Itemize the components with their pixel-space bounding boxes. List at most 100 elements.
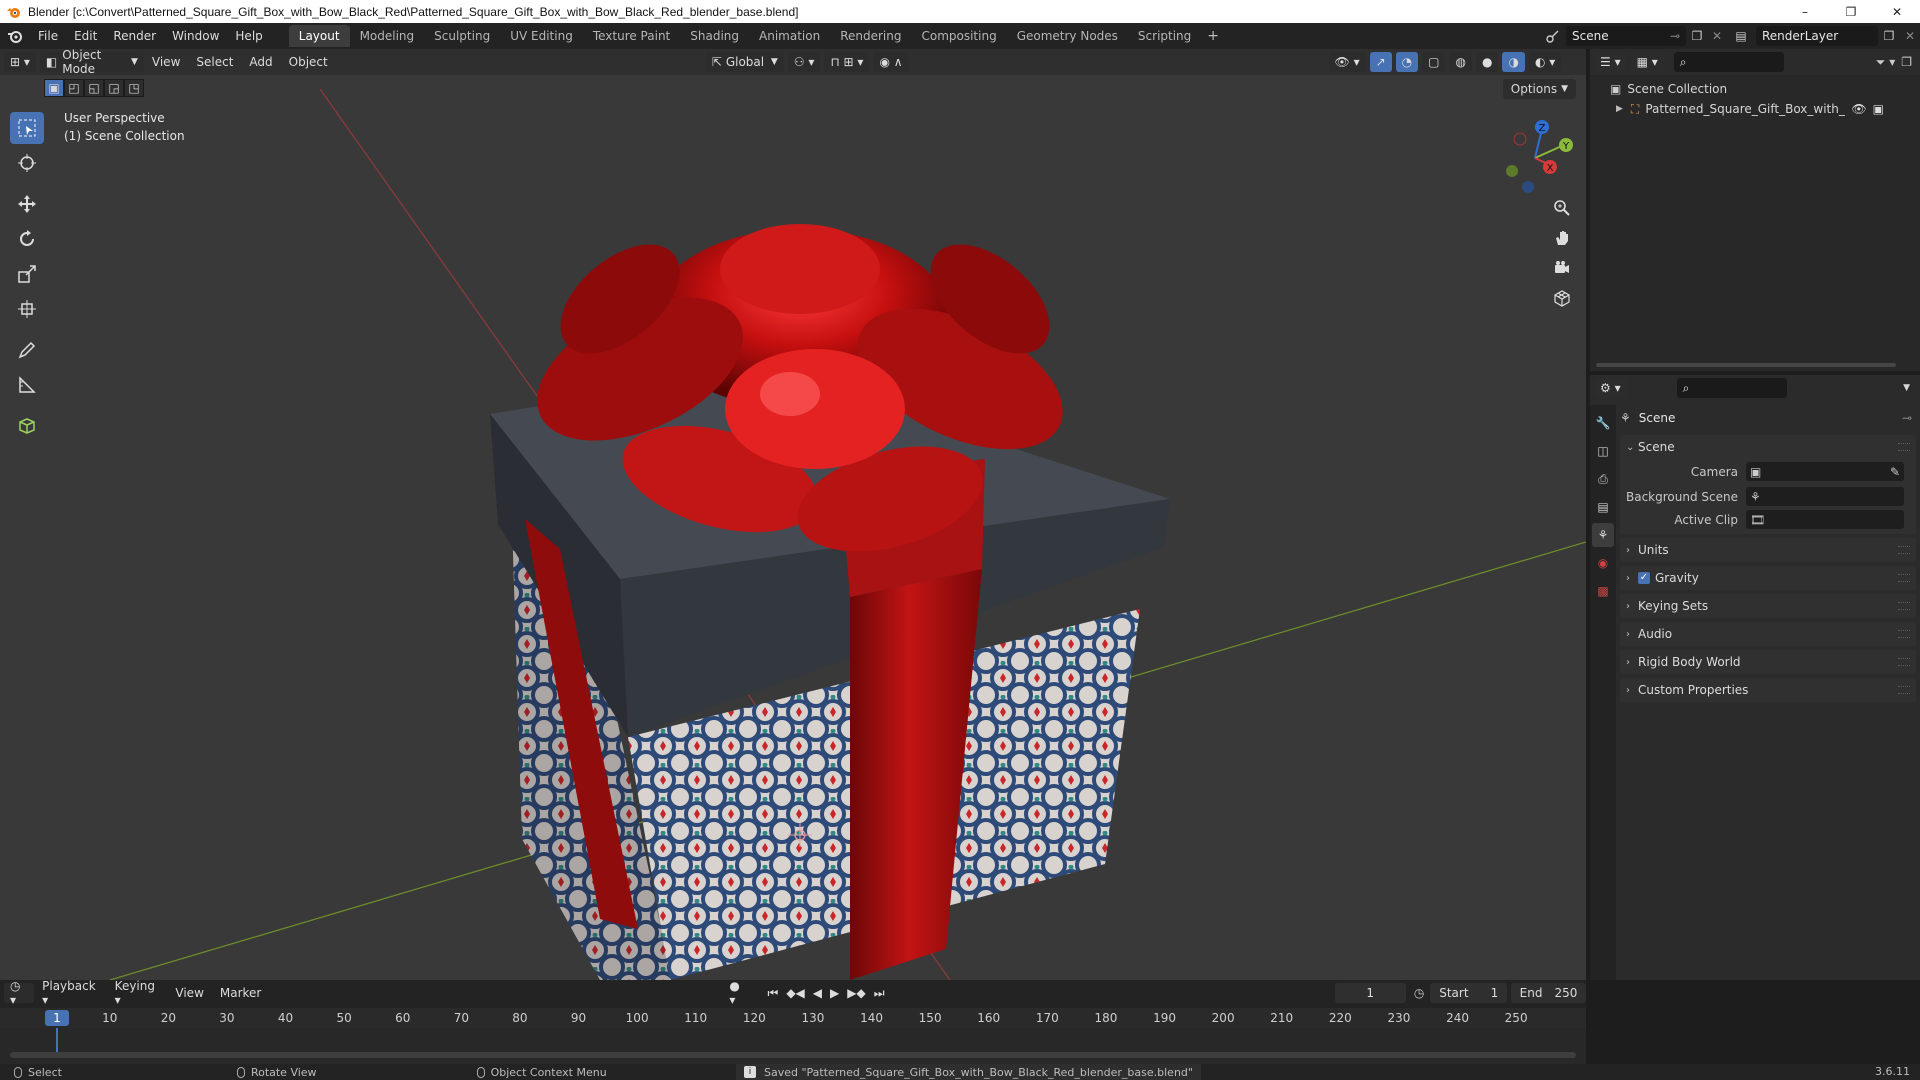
tab-sculpting[interactable]: Sculpting bbox=[424, 25, 500, 47]
current-frame-marker[interactable]: 1 bbox=[45, 1010, 69, 1026]
properties-editor-type-icon[interactable]: ⚙ ▾ bbox=[1594, 378, 1627, 398]
panel-keying-sets[interactable]: › Keying Sets bbox=[1620, 594, 1916, 618]
end-frame-field[interactable]: End 250 bbox=[1511, 983, 1586, 1003]
timeline-ruler[interactable]: 1 10 20 30 40 50 60 70 80 90 100 110 120 130 140 150 16… bbox=[0, 1008, 1586, 1028]
navigation-gizmo[interactable]: Z Y X bbox=[1490, 113, 1580, 203]
next-keyframe-icon[interactable]: ▶◆ bbox=[847, 986, 865, 1000]
gravity-checkbox[interactable]: ✓ bbox=[1638, 572, 1650, 584]
tab-modeling[interactable]: Modeling bbox=[350, 25, 425, 47]
drag-grip-icon[interactable] bbox=[1898, 443, 1910, 451]
panel-scene-header[interactable]: ⌄ Scene bbox=[1620, 435, 1916, 459]
jump-end-icon[interactable]: ⏭ bbox=[874, 986, 885, 1001]
select-new-icon[interactable]: ▣ bbox=[44, 79, 64, 97]
play-icon[interactable]: ▶ bbox=[830, 986, 839, 1000]
start-frame-field[interactable]: Start 1 bbox=[1430, 983, 1508, 1003]
outliner-editor-type-icon[interactable]: ☰ ▾ bbox=[1594, 52, 1627, 72]
active-clip-field[interactable]: 🎞 bbox=[1746, 510, 1904, 529]
jump-start-icon[interactable]: ⏮ bbox=[768, 986, 779, 1001]
menu-object[interactable]: Object bbox=[281, 55, 336, 69]
pin-icon[interactable]: ⊸ bbox=[1670, 29, 1680, 43]
move-tool-icon[interactable] bbox=[10, 188, 44, 220]
select-box-tool-icon[interactable] bbox=[10, 112, 44, 144]
menu-playback[interactable]: Playback ▾ bbox=[34, 979, 107, 1007]
rendered-shading-icon[interactable]: ◐ ▾ bbox=[1528, 52, 1562, 72]
select-intersect-icon[interactable]: ◳ bbox=[124, 79, 144, 97]
render-tab-icon[interactable]: ◫ bbox=[1592, 439, 1614, 463]
background-scene-field[interactable]: ⚘ bbox=[1746, 487, 1904, 506]
tab-geometry-nodes[interactable]: Geometry Nodes bbox=[1007, 25, 1128, 47]
scale-tool-icon[interactable] bbox=[10, 258, 44, 290]
tab-scripting[interactable]: Scripting bbox=[1128, 25, 1201, 47]
view-layer-tab-icon[interactable]: ▤ bbox=[1592, 495, 1614, 519]
pivot-point-icon[interactable]: ⚇ ▾ bbox=[787, 52, 821, 72]
menu-file[interactable]: File bbox=[30, 23, 66, 49]
view-layer-field[interactable]: RenderLayer bbox=[1756, 26, 1878, 46]
menu-add[interactable]: Add bbox=[241, 55, 280, 69]
new-collection-icon[interactable]: ❐ bbox=[1901, 55, 1912, 69]
options-dropdown[interactable]: Options ▼ bbox=[1502, 79, 1576, 99]
material-shading-icon[interactable]: ◑ bbox=[1502, 52, 1525, 72]
delete-scene-icon[interactable]: ✕ bbox=[1708, 29, 1726, 43]
object-mode-dropdown[interactable]: ◧ Object Mode ▼ bbox=[39, 49, 144, 76]
xray-toggle-icon[interactable]: ▢ bbox=[1422, 52, 1446, 72]
drag-grip-icon[interactable] bbox=[1898, 658, 1910, 666]
close-button[interactable]: ✕ bbox=[1874, 0, 1920, 23]
overlay-toggle-icon[interactable]: ◔ bbox=[1395, 52, 1419, 72]
transform-orientation-dropdown[interactable]: ⇱ Global ▼ bbox=[705, 52, 784, 72]
display-mode-icon[interactable]: ▦ ▾ bbox=[1630, 52, 1664, 72]
wireframe-shading-icon[interactable]: ◍ bbox=[1449, 52, 1472, 72]
menu-select[interactable]: Select bbox=[188, 55, 241, 69]
record-keyframe-icon[interactable]: ● ▾ bbox=[729, 979, 747, 1007]
view-layer-icon[interactable]: ▤ bbox=[1726, 29, 1756, 43]
zoom-icon[interactable] bbox=[1548, 194, 1576, 222]
tab-rendering[interactable]: Rendering bbox=[830, 25, 911, 47]
select-extend-icon[interactable]: ◰ bbox=[64, 79, 84, 97]
scene-tab-icon[interactable]: ⚘ bbox=[1592, 523, 1614, 547]
current-frame-field[interactable]: 1 bbox=[1334, 983, 1406, 1003]
blender-menu-icon[interactable] bbox=[0, 28, 30, 44]
menu-window[interactable]: Window bbox=[164, 23, 227, 49]
pan-hand-icon[interactable] bbox=[1548, 224, 1576, 252]
gizmo-toggle-icon[interactable]: ↗ bbox=[1369, 52, 1392, 72]
editor-type-button[interactable]: ⊞ ▾ bbox=[4, 52, 36, 72]
timeline-editor-type-icon[interactable]: ◷ ▾ bbox=[4, 979, 35, 1007]
3d-viewport[interactable]: ⊞ ▾ ◧ Object Mode ▼ View Select Add Obje… bbox=[0, 49, 1586, 980]
panel-custom-properties[interactable]: › Custom Properties bbox=[1620, 678, 1916, 702]
proportional-edit-icon[interactable]: ◉ ∧ bbox=[873, 52, 909, 72]
solid-shading-icon[interactable]: ● bbox=[1475, 52, 1499, 72]
panel-gravity[interactable]: › ✓ Gravity bbox=[1620, 566, 1916, 590]
select-subtract-icon[interactable]: ◱ bbox=[84, 79, 104, 97]
add-cube-tool-icon[interactable] bbox=[10, 410, 44, 442]
snap-icon[interactable]: ⊓ ⊞ ▾ bbox=[824, 52, 870, 72]
drag-grip-icon[interactable] bbox=[1898, 686, 1910, 694]
tool-tab-icon[interactable]: 🔧 bbox=[1592, 411, 1614, 435]
prev-keyframe-icon[interactable]: ◆◀ bbox=[786, 986, 804, 1000]
pin-icon[interactable]: ⊸ bbox=[1902, 411, 1912, 425]
menu-render[interactable]: Render bbox=[105, 23, 164, 49]
tab-layout[interactable]: Layout bbox=[288, 25, 350, 47]
ortho-grid-icon[interactable] bbox=[1548, 284, 1576, 312]
drag-grip-icon[interactable] bbox=[1898, 546, 1910, 554]
clock-icon[interactable]: ◷ bbox=[1414, 986, 1424, 1000]
eye-icon[interactable]: 👁 bbox=[1851, 102, 1866, 116]
visibility-icon[interactable]: 👁 ▾ bbox=[1328, 52, 1366, 72]
menu-marker[interactable]: Marker bbox=[212, 986, 269, 1000]
play-reverse-icon[interactable]: ◀ bbox=[813, 986, 822, 1000]
add-workspace-button[interactable]: + bbox=[1201, 28, 1225, 44]
chevron-down-icon[interactable]: ▼ bbox=[1903, 383, 1910, 393]
camera-view-icon[interactable] bbox=[1548, 254, 1576, 282]
panel-rigid-body-world[interactable]: › Rigid Body World bbox=[1620, 650, 1916, 674]
tab-shading[interactable]: Shading bbox=[680, 25, 749, 47]
outliner-search-input[interactable]: ⌕ bbox=[1673, 52, 1784, 72]
panel-audio[interactable]: › Audio bbox=[1620, 622, 1916, 646]
menu-help[interactable]: Help bbox=[227, 23, 270, 49]
world-tab-icon[interactable]: ◉ bbox=[1592, 551, 1614, 575]
eyedropper-icon[interactable]: ✎ bbox=[1890, 465, 1900, 479]
scene-name-field[interactable]: Scene ⊸ bbox=[1566, 26, 1686, 46]
tab-compositing[interactable]: Compositing bbox=[911, 25, 1006, 47]
filter-icon[interactable]: ⏷ ▾ bbox=[1876, 55, 1895, 70]
timeline-body[interactable] bbox=[0, 1028, 1586, 1064]
tab-uv-editing[interactable]: UV Editing bbox=[500, 25, 583, 47]
measure-tool-icon[interactable] bbox=[10, 369, 44, 401]
delete-view-layer-icon[interactable]: ✕ bbox=[1900, 29, 1920, 43]
